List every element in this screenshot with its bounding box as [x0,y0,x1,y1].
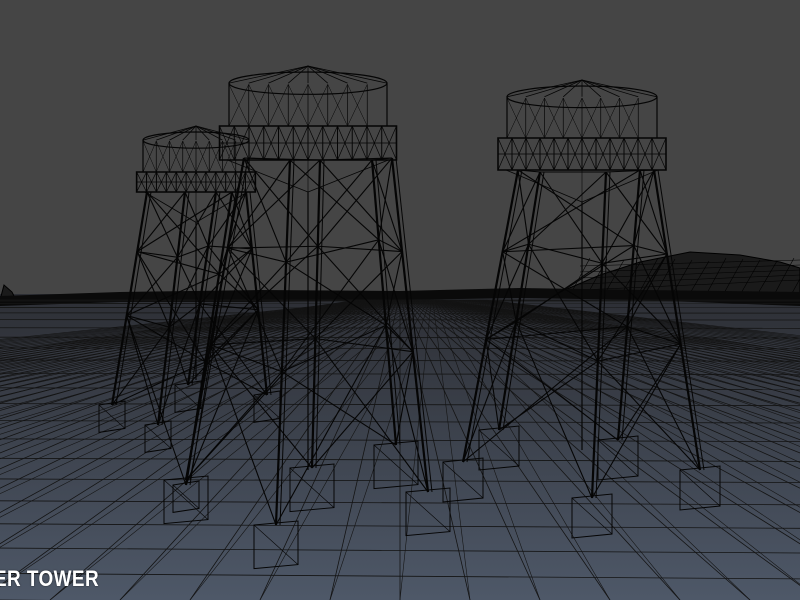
wireframe-scene [0,0,800,600]
wireframe-viewport: ER TOWER [0,0,800,600]
scene-caption: ER TOWER [0,566,100,591]
